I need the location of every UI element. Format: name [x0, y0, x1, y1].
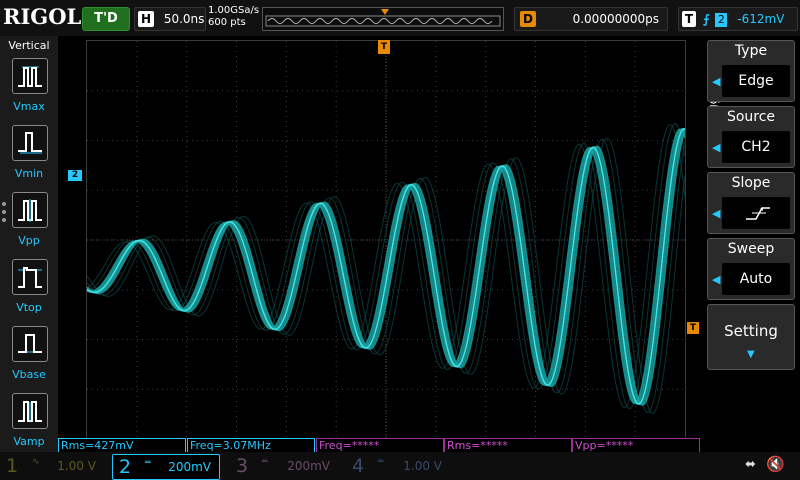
trigger-level-value: -612mV — [737, 12, 785, 26]
setting-label: Setting — [724, 322, 778, 340]
result-freq-empty[interactable]: Freq=***** — [316, 438, 444, 453]
down-arrow-icon: ▼ — [747, 349, 755, 360]
type-value: Edge — [722, 65, 790, 97]
vmin-icon — [12, 125, 48, 161]
vmax-label: Vmax — [13, 100, 45, 113]
memory-overview-icon — [265, 9, 501, 27]
measure-vmax-button[interactable]: Vmax — [0, 58, 58, 124]
vpp-icon — [12, 192, 48, 228]
vamp-icon — [12, 393, 48, 429]
measure-vbase-button[interactable]: Vbase — [0, 326, 58, 392]
acquisition-info: 1.00GSa/s 600 pts — [208, 5, 259, 29]
channel-3-status[interactable]: 3 ═ 200mV — [230, 454, 338, 478]
memory-waveform-overview[interactable] — [262, 7, 504, 31]
usb-icon: ⬌ — [745, 457, 756, 472]
trigger-level-marker[interactable]: T — [687, 322, 699, 334]
ch3-scale: 200mV — [287, 459, 330, 473]
trigger-menu: Trigger Type ◀ Edge Source ◀ CH2 Slope ◀… — [700, 40, 800, 440]
ch1-scale: 1.00 V — [57, 459, 96, 473]
result-vpp-empty[interactable]: Vpp=***** — [572, 438, 700, 453]
delay-label: D — [520, 11, 536, 27]
measurement-results-bar: Rms=427mV Freq=3.07MHz Freq=***** Rms=**… — [58, 438, 700, 453]
trigger-slope-softkey[interactable]: Slope ◀ — [707, 172, 795, 234]
ch2-number: 2 — [119, 456, 132, 478]
sweep-value: Auto — [722, 263, 790, 295]
run-status-badge[interactable]: T'D — [82, 7, 130, 31]
vmax-icon — [12, 58, 48, 94]
status-bar: RIGOL T'D H 50.0ns 1.00GSa/s 600 pts D 0… — [0, 0, 800, 36]
slope-title: Slope — [731, 175, 771, 191]
trigger-readout[interactable]: T ⨍ 2 -612mV — [678, 7, 798, 31]
dc-coupling-icon: ═ — [262, 457, 268, 467]
source-value: CH2 — [722, 131, 790, 163]
source-title: Source — [726, 109, 776, 125]
dc-coupling-icon: ═ — [145, 458, 151, 468]
memory-depth: 600 pts — [208, 17, 246, 28]
waveform-display[interactable] — [86, 40, 686, 440]
ac-coupling-icon: ∿ — [32, 457, 40, 467]
channel-1-status[interactable]: 1 ∿ 1.00 V — [0, 454, 104, 478]
vamp-label: Vamp — [13, 435, 45, 448]
horizontal-label: H — [138, 11, 154, 27]
rising-edge-icon: ⨍ — [702, 12, 710, 26]
rising-edge-icon — [746, 207, 770, 220]
channel-2-status[interactable]: 2 ═ 200mV — [112, 454, 220, 480]
result-rms-empty[interactable]: Rms=***** — [444, 438, 572, 453]
speaker-muted-icon[interactable]: 🔇 — [766, 455, 785, 473]
brand-logo: RIGOL — [3, 4, 82, 29]
vtop-icon — [12, 259, 48, 295]
measure-vmin-button[interactable]: Vmin — [0, 125, 58, 191]
sample-rate: 1.00GSa/s — [208, 5, 260, 16]
waveform-graticule — [87, 41, 685, 439]
ch4-number: 4 — [352, 455, 365, 477]
left-arrow-icon: ◀ — [712, 273, 721, 286]
measure-vtop-button[interactable]: Vtop — [0, 259, 58, 325]
left-arrow-icon: ◀ — [712, 75, 721, 88]
type-title: Type — [734, 43, 768, 59]
measure-menu: Vertical Vmax Vmin Vpp Vtop Vbase Vamp — [0, 36, 58, 452]
trigger-setting-softkey[interactable]: Setting ▼ — [707, 304, 795, 370]
measure-vpp-button[interactable]: Vpp — [0, 192, 58, 258]
vbase-label: Vbase — [12, 368, 46, 381]
delay-value: 0.00000000ps — [572, 12, 659, 26]
ch2-scale: 200mV — [168, 460, 211, 474]
result-rms-ch2[interactable]: Rms=427mV — [58, 438, 186, 453]
vmin-label: Vmin — [14, 167, 44, 180]
left-arrow-icon: ◀ — [712, 141, 721, 154]
page-indicator — [2, 202, 8, 226]
trigger-label: T — [682, 11, 696, 27]
ch2-offset-marker[interactable]: 2 — [68, 170, 82, 181]
vpp-label: Vpp — [18, 234, 40, 247]
ch1-number: 1 — [6, 455, 19, 477]
trigger-source-softkey[interactable]: Source ◀ CH2 — [707, 106, 795, 168]
horizontal-timebase[interactable]: H 50.0ns — [134, 7, 206, 31]
vtop-label: Vtop — [16, 301, 42, 314]
ch3-number: 3 — [236, 455, 249, 477]
result-freq-ch2[interactable]: Freq=3.07MHz — [187, 438, 315, 453]
trigger-position-marker[interactable]: T — [378, 40, 390, 54]
ch4-scale: 1.00 V — [403, 459, 442, 473]
delay-readout[interactable]: D 0.00000000ps — [514, 7, 668, 31]
measure-category-title: Vertical — [8, 39, 50, 52]
channel-bar: 1 ∿ 1.00 V 2 ═ 200mV 3 ═ 200mV 4 ═ 1.00 … — [0, 452, 800, 480]
left-arrow-icon: ◀ — [712, 207, 721, 220]
trigger-source-badge: 2 — [715, 13, 728, 27]
channel-4-status[interactable]: 4 ═ 1.00 V — [346, 454, 450, 478]
sweep-title: Sweep — [727, 241, 775, 257]
vbase-icon — [12, 326, 48, 362]
dc-coupling-icon: ═ — [378, 457, 384, 467]
measure-vamp-button[interactable]: Vamp — [0, 393, 58, 459]
slope-value — [722, 197, 790, 229]
timebase-value: 50.0ns — [163, 12, 205, 26]
trigger-type-softkey[interactable]: Type ◀ Edge — [707, 40, 795, 102]
trigger-sweep-softkey[interactable]: Sweep ◀ Auto — [707, 238, 795, 300]
